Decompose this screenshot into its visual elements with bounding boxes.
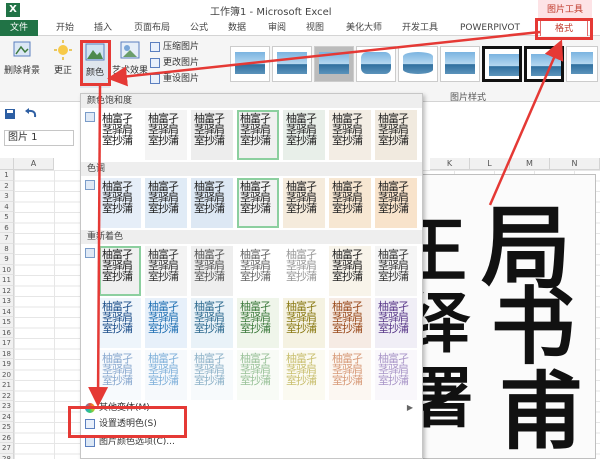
arrow-to-format-tab (488, 39, 564, 206)
annotation-arrows (88, 30, 564, 407)
arrow-to-set-transparent (88, 85, 109, 407)
arrow-to-color-button (107, 30, 541, 87)
excel-window: X 工作簿1 - Microsoft Excel 图片工具 文件 开始 插入 页… (0, 0, 600, 459)
